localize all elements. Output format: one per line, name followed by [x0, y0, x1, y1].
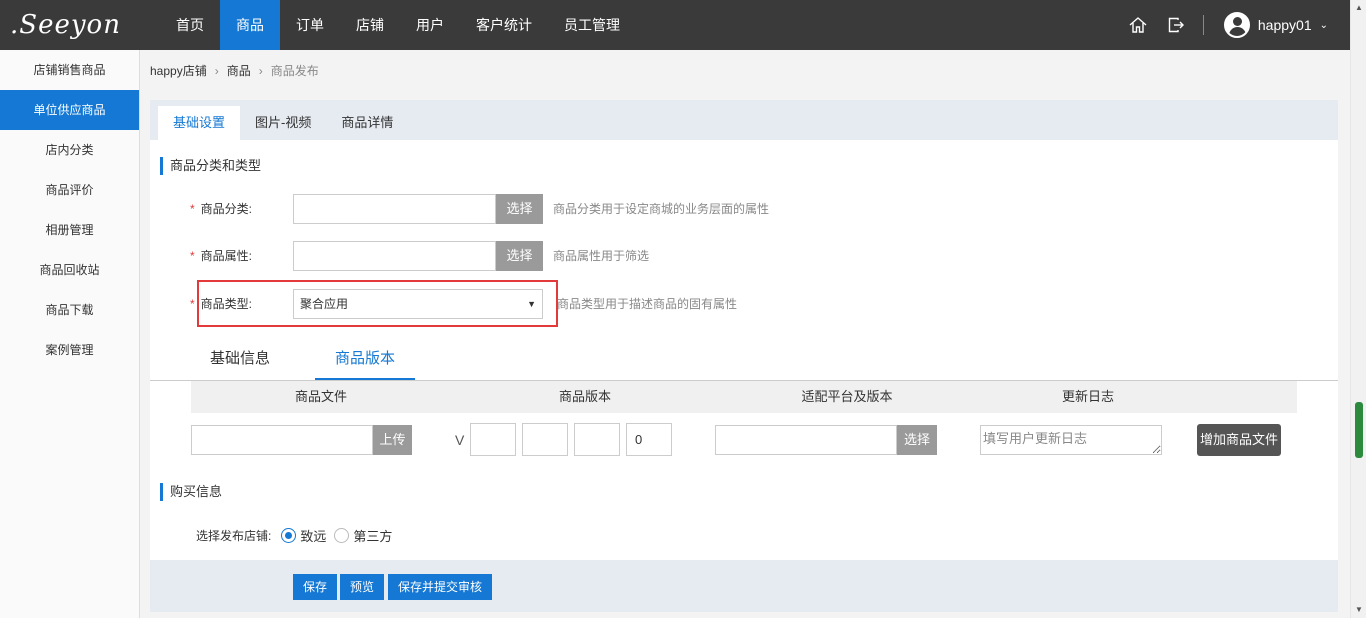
sidebar-item-recycle-bin[interactable]: 商品回收站	[0, 250, 139, 290]
section-title-category: 商品分类和类型	[160, 157, 261, 175]
version-patch-input[interactable]	[574, 423, 620, 456]
tab-product-details[interactable]: 商品详情	[326, 106, 408, 140]
tab-images-video[interactable]: 图片-视频	[240, 106, 326, 140]
divider	[1202, 15, 1204, 35]
home-icon[interactable]	[1127, 14, 1149, 36]
category-hint: 商品分类用于设定商城的业务层面的属性	[553, 202, 770, 216]
upload-button[interactable]: 上传	[373, 425, 412, 455]
form-tabs: 基础设置 图片-视频 商品详情	[150, 100, 1338, 140]
radio-checked-icon[interactable]	[281, 527, 297, 543]
avatar[interactable]	[1223, 12, 1250, 38]
version-build-input[interactable]: 0	[626, 423, 672, 456]
sidebar-item-albums[interactable]: 相册管理	[0, 210, 139, 250]
type-row: * 商品类型: 聚合应用 ▼ 商品类型用于描述商品的固有属性	[150, 289, 1050, 319]
product-file-input[interactable]	[191, 425, 373, 455]
attribute-label: * 商品属性:	[190, 241, 252, 271]
add-product-file-button[interactable]: 增加商品文件	[1197, 424, 1281, 456]
seeyon-logo[interactable]: .Seeyon致远	[10, 10, 120, 60]
scroll-thumb[interactable]	[1355, 402, 1363, 458]
page-scrollbar[interactable]: ▲ ▼	[1350, 0, 1366, 618]
type-label: * 商品类型:	[190, 289, 252, 319]
type-hint: 商品类型用于描述商品的固有属性	[557, 297, 738, 311]
version-minor-input[interactable]	[522, 423, 568, 456]
subtab-basic-info[interactable]: 基础信息	[195, 344, 285, 380]
sidebar-item-reviews[interactable]: 商品评价	[0, 170, 139, 210]
radio-label-seeyon: 致远	[300, 528, 327, 544]
sidebar-item-store-category[interactable]: 店内分类	[0, 130, 139, 170]
version-table-header: 商品文件 商品版本 适配平台及版本 更新日志	[191, 381, 1297, 413]
required-mark: *	[190, 249, 195, 263]
category-input[interactable]	[293, 194, 496, 224]
radio-label-third-party: 第三方	[353, 528, 393, 544]
tab-basic-settings[interactable]: 基础设置	[158, 106, 241, 140]
header-changelog: 更新日志	[1061, 389, 1114, 404]
radio-unchecked-icon[interactable]	[334, 527, 350, 543]
header-product-file: 商品文件	[294, 389, 347, 404]
sidebar: 店铺销售商品 单位供应商品 店内分类 商品评价 相册管理 商品回收站 商品下载 …	[0, 50, 140, 618]
save-submit-button[interactable]: 保存并提交审核	[388, 574, 492, 600]
attribute-input[interactable]	[293, 241, 496, 271]
chevron-right-icon: ›	[258, 63, 263, 78]
category-label-text: 商品分类:	[200, 202, 253, 216]
action-bar: 保存 预览 保存并提交审核	[150, 560, 1338, 612]
save-button[interactable]: 保存	[293, 574, 337, 600]
category-select-button[interactable]: 选择	[496, 194, 543, 224]
sidebar-item-downloads[interactable]: 商品下载	[0, 290, 139, 330]
scroll-up-icon[interactable]: ▲	[1351, 0, 1366, 16]
section-title-purchase: 购买信息	[160, 483, 222, 501]
top-navbar: .Seeyon致远 首页 商品 订单 店铺 用户 客户统计 员工管理 happy…	[0, 0, 1350, 60]
product-type-select[interactable]: 聚合应用 ▼	[293, 289, 543, 319]
breadcrumb-category[interactable]: 商品	[227, 62, 251, 79]
version-prefix: V	[455, 432, 465, 448]
user-area: happy01 ⌄	[1111, 0, 1328, 50]
nav-customer-stats[interactable]: 客户统计	[460, 0, 548, 50]
breadcrumb: happy店铺 › 商品 › 商品发布	[150, 62, 319, 79]
platform-select-button[interactable]: 选择	[897, 425, 937, 455]
radio-option-seeyon[interactable]: 致远	[281, 526, 326, 545]
attribute-hint: 商品属性用于筛选	[553, 249, 650, 263]
sidebar-item-unit-supply[interactable]: 单位供应商品	[0, 90, 139, 130]
nav-products[interactable]: 商品	[220, 0, 280, 50]
attribute-label-text: 商品属性:	[200, 249, 253, 263]
subtab-product-version[interactable]: 商品版本	[315, 344, 415, 380]
header-platform: 适配平台及版本	[801, 389, 893, 404]
attribute-select-button[interactable]: 选择	[496, 241, 543, 271]
required-mark: *	[190, 297, 195, 311]
type-label-text: 商品类型:	[200, 297, 253, 311]
version-major-input[interactable]	[470, 423, 516, 456]
scroll-down-icon[interactable]: ▼	[1351, 602, 1366, 618]
attribute-row: * 商品属性: 选择 商品属性用于筛选	[150, 241, 1050, 271]
nav-stores[interactable]: 店铺	[340, 0, 400, 50]
store-label: 选择发布店铺:	[196, 528, 272, 543]
changelog-textarea[interactable]: 填写用户更新日志	[980, 425, 1162, 455]
chevron-down-icon[interactable]: ⌄	[1320, 20, 1328, 31]
sidebar-item-store-products[interactable]: 店铺销售商品	[0, 50, 139, 90]
category-label: * 商品分类:	[190, 194, 252, 224]
nav-users[interactable]: 用户	[400, 0, 460, 50]
nav-staff[interactable]: 员工管理	[548, 0, 636, 50]
logout-icon[interactable]	[1165, 14, 1187, 36]
store-radio-group: 选择发布店铺: 致远 第三方	[196, 525, 400, 545]
breadcrumb-current: 商品发布	[270, 64, 319, 78]
dropdown-arrow-icon: ▼	[527, 299, 536, 309]
product-type-value: 聚合应用	[300, 297, 349, 311]
username[interactable]: happy01	[1258, 17, 1312, 33]
radio-option-third-party[interactable]: 第三方	[334, 526, 392, 545]
sidebar-item-cases[interactable]: 案例管理	[0, 330, 139, 370]
nav-orders[interactable]: 订单	[280, 0, 340, 50]
chevron-right-icon: ›	[214, 63, 219, 78]
product-form-panel: 基础设置 图片-视频 商品详情 商品分类和类型 * 商品分类: 选择 商品分类用于…	[150, 100, 1338, 612]
platform-input[interactable]	[715, 425, 897, 455]
header-product-version: 商品版本	[558, 389, 611, 404]
preview-button[interactable]: 预览	[340, 574, 384, 600]
required-mark: *	[190, 202, 195, 216]
category-row: * 商品分类: 选择 商品分类用于设定商城的业务层面的属性	[150, 194, 1050, 224]
nav-home[interactable]: 首页	[160, 0, 220, 50]
version-subtabs: 基础信息 商品版本	[150, 344, 1338, 381]
breadcrumb-shop[interactable]: happy店铺	[150, 62, 207, 79]
main-nav: 首页 商品 订单 店铺 用户 客户统计 员工管理	[160, 0, 636, 50]
